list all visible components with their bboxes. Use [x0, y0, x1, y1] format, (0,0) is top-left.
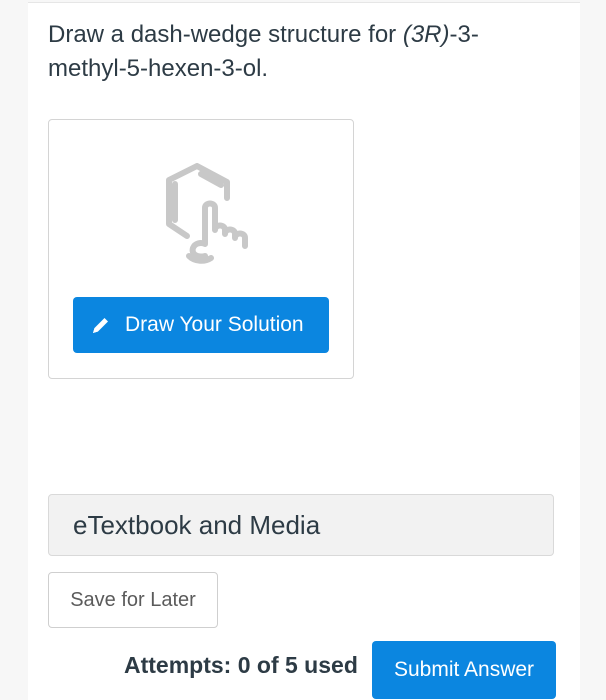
divider	[28, 2, 580, 3]
draw-solution-button[interactable]: Draw Your Solution	[73, 297, 329, 353]
save-for-later-label: Save for Later	[70, 588, 196, 611]
submit-answer-label: Submit Answer	[393, 658, 535, 681]
draw-solution-label: Draw Your Solution	[125, 313, 304, 336]
attempts-counter: Attempts: 0 of 5 used	[124, 652, 358, 678]
question-prefix: Draw a dash-wedge structure for	[48, 21, 403, 48]
etextbook-media-panel[interactable]: eTextbook and Media	[48, 494, 554, 556]
question-stereodescriptor: (3R)	[402, 21, 450, 48]
question-panel: Draw a dash-wedge structure for (3R)-3-m…	[28, 2, 580, 700]
hexagon-hand-icon	[166, 163, 248, 264]
drawing-area-card: Draw Your Solution	[48, 119, 354, 379]
submit-answer-button[interactable]: Submit Answer	[372, 641, 556, 699]
save-for-later-button[interactable]: Save for Later	[48, 572, 218, 628]
question-text: Draw a dash-wedge structure for (3R)-3-m…	[48, 18, 528, 86]
pencil-icon	[93, 318, 108, 333]
etextbook-media-label: eTextbook and Media	[73, 509, 321, 540]
